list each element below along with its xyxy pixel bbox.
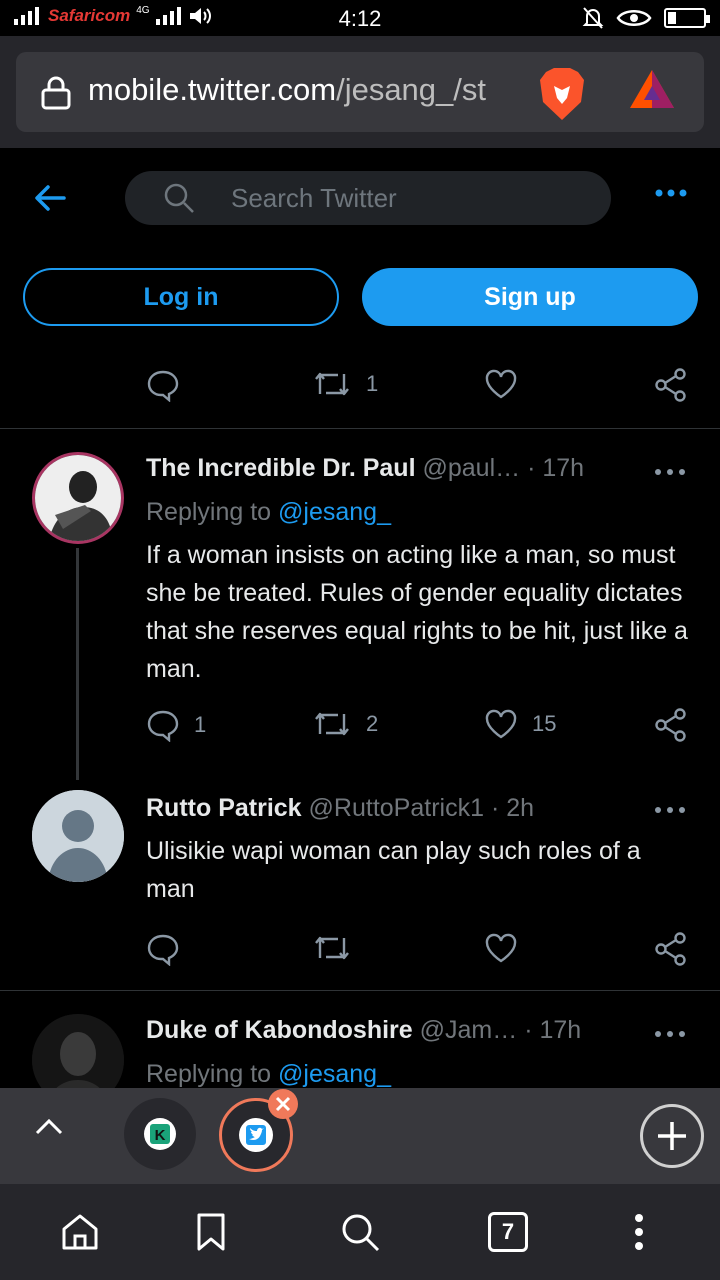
browser-bottom-nav: 7 <box>0 1184 720 1280</box>
share-action[interactable] <box>654 932 688 966</box>
tweet-actions: 1 2 15 <box>146 708 690 748</box>
avatar[interactable] <box>32 790 124 882</box>
tweet-feed[interactable]: 1 The Incredible Dr. Paul @paul… · 17h R… <box>0 348 720 1088</box>
home-icon[interactable] <box>60 1212 100 1252</box>
tweet-text: If a woman insists on acting like a man,… <box>146 541 688 683</box>
heart-icon <box>485 369 517 399</box>
brave-shields-icon[interactable] <box>536 66 588 122</box>
like-count: 15 <box>532 711 557 736</box>
author-name: Rutto Patrick <box>146 794 302 822</box>
tweet-time: · 2h <box>490 794 535 822</box>
author-handle: @paul… <box>422 454 521 482</box>
replying-to-link[interactable]: @jesang_ <box>278 1060 391 1088</box>
close-tab-icon[interactable] <box>268 1089 298 1119</box>
replying-to-link[interactable]: @jesang_ <box>278 498 391 526</box>
tweet-time: · 17h <box>524 1016 582 1044</box>
tweet-author[interactable]: The Incredible Dr. Paul @paul… · 17h <box>146 454 584 483</box>
retweet-icon <box>315 936 349 960</box>
tweet-actions: 1 <box>146 368 690 408</box>
eye-icon <box>616 10 652 26</box>
search-input[interactable] <box>231 171 591 225</box>
search-icon[interactable] <box>340 1212 380 1252</box>
replying-prefix: Replying to <box>146 1060 272 1088</box>
replying-to: Replying to @jesang_ <box>146 1060 391 1088</box>
brave-rewards-icon[interactable] <box>628 68 676 110</box>
author-name: Duke of Kabondoshire <box>146 1016 413 1044</box>
like-action[interactable]: 15 <box>484 708 556 740</box>
retweet-action[interactable]: 1 <box>312 368 378 400</box>
retweet-count: 1 <box>366 371 379 396</box>
share-icon <box>655 708 686 742</box>
tweet-more-icon[interactable] <box>654 806 686 814</box>
reply-action[interactable] <box>146 932 194 966</box>
tab-thumbnail[interactable]: K <box>124 1098 196 1170</box>
replying-prefix: Replying to <box>146 498 272 526</box>
retweet-icon <box>315 712 349 736</box>
share-action[interactable] <box>654 708 688 742</box>
divider <box>0 990 720 991</box>
twitter-header: Log in Sign up <box>0 148 720 348</box>
search-icon <box>164 183 194 213</box>
reply-action[interactable] <box>146 368 194 402</box>
share-icon <box>655 368 686 402</box>
browser-toolbar: mobile.twitter.com/jesang_/st <box>0 36 720 148</box>
menu-kebab-icon[interactable] <box>632 1212 646 1252</box>
tab-thumbnail-active[interactable] <box>219 1089 298 1172</box>
battery-icon <box>664 8 710 28</box>
tweet-more-icon[interactable] <box>654 468 686 476</box>
bookmark-icon[interactable] <box>196 1212 226 1252</box>
author-handle: @Jam… <box>419 1016 518 1044</box>
bell-off-icon <box>582 7 604 29</box>
heart-icon <box>485 933 517 963</box>
heart-icon <box>485 709 517 739</box>
divider <box>0 428 720 429</box>
url-text[interactable]: mobile.twitter.com/jesang_/st <box>88 72 532 108</box>
share-icon <box>655 932 686 966</box>
twitter-bird-icon <box>239 1118 273 1152</box>
new-tab-button[interactable] <box>640 1104 704 1168</box>
retweet-count: 2 <box>366 711 379 736</box>
author-handle: @RuttoPatrick1 <box>308 794 484 822</box>
tweet-time: · 17h <box>527 454 585 482</box>
reply-action[interactable]: 1 <box>146 708 206 742</box>
back-arrow-icon[interactable] <box>30 178 70 218</box>
thread-line <box>76 548 79 780</box>
lock-icon <box>41 76 71 110</box>
signup-button[interactable]: Sign up <box>362 268 698 326</box>
url-host: mobile.twitter.com <box>88 72 337 107</box>
retweet-icon <box>315 372 349 396</box>
tweet-author[interactable]: Duke of Kabondoshire @Jam… · 17h <box>146 1016 581 1045</box>
like-action[interactable] <box>484 368 532 400</box>
avatar[interactable] <box>32 1014 124 1088</box>
share-action[interactable] <box>654 368 688 402</box>
reply-icon <box>147 710 179 742</box>
status-bar: Safaricom 4G 4:12 <box>0 0 720 36</box>
login-button[interactable]: Log in <box>23 268 339 326</box>
address-bar[interactable]: mobile.twitter.com/jesang_/st <box>16 52 704 132</box>
reply-icon <box>147 934 179 966</box>
replying-to: Replying to @jesang_ <box>146 498 391 527</box>
tab-strip: K <box>0 1088 720 1184</box>
tweet-actions <box>146 932 690 972</box>
kuda-k-icon: K <box>144 1118 176 1150</box>
chevron-up-icon[interactable] <box>34 1112 64 1142</box>
search-box[interactable] <box>125 171 611 225</box>
retweet-action[interactable] <box>312 932 366 964</box>
url-path: /jesang_/st <box>336 72 487 107</box>
tab-count-button[interactable]: 7 <box>488 1212 528 1252</box>
author-name: The Incredible Dr. Paul <box>146 454 416 482</box>
tweet-author[interactable]: Rutto Patrick @RuttoPatrick1 · 2h <box>146 794 534 823</box>
retweet-action[interactable]: 2 <box>312 708 378 740</box>
more-options-icon[interactable] <box>654 188 688 198</box>
reply-count: 1 <box>194 712 207 737</box>
like-action[interactable] <box>484 932 532 964</box>
avatar[interactable] <box>32 452 124 544</box>
tab-label: K <box>155 1127 166 1144</box>
reply-icon <box>147 370 179 402</box>
tweet-more-icon[interactable] <box>654 1030 686 1038</box>
tweet-text: Ulisikie wapi woman can play such roles … <box>146 837 641 903</box>
